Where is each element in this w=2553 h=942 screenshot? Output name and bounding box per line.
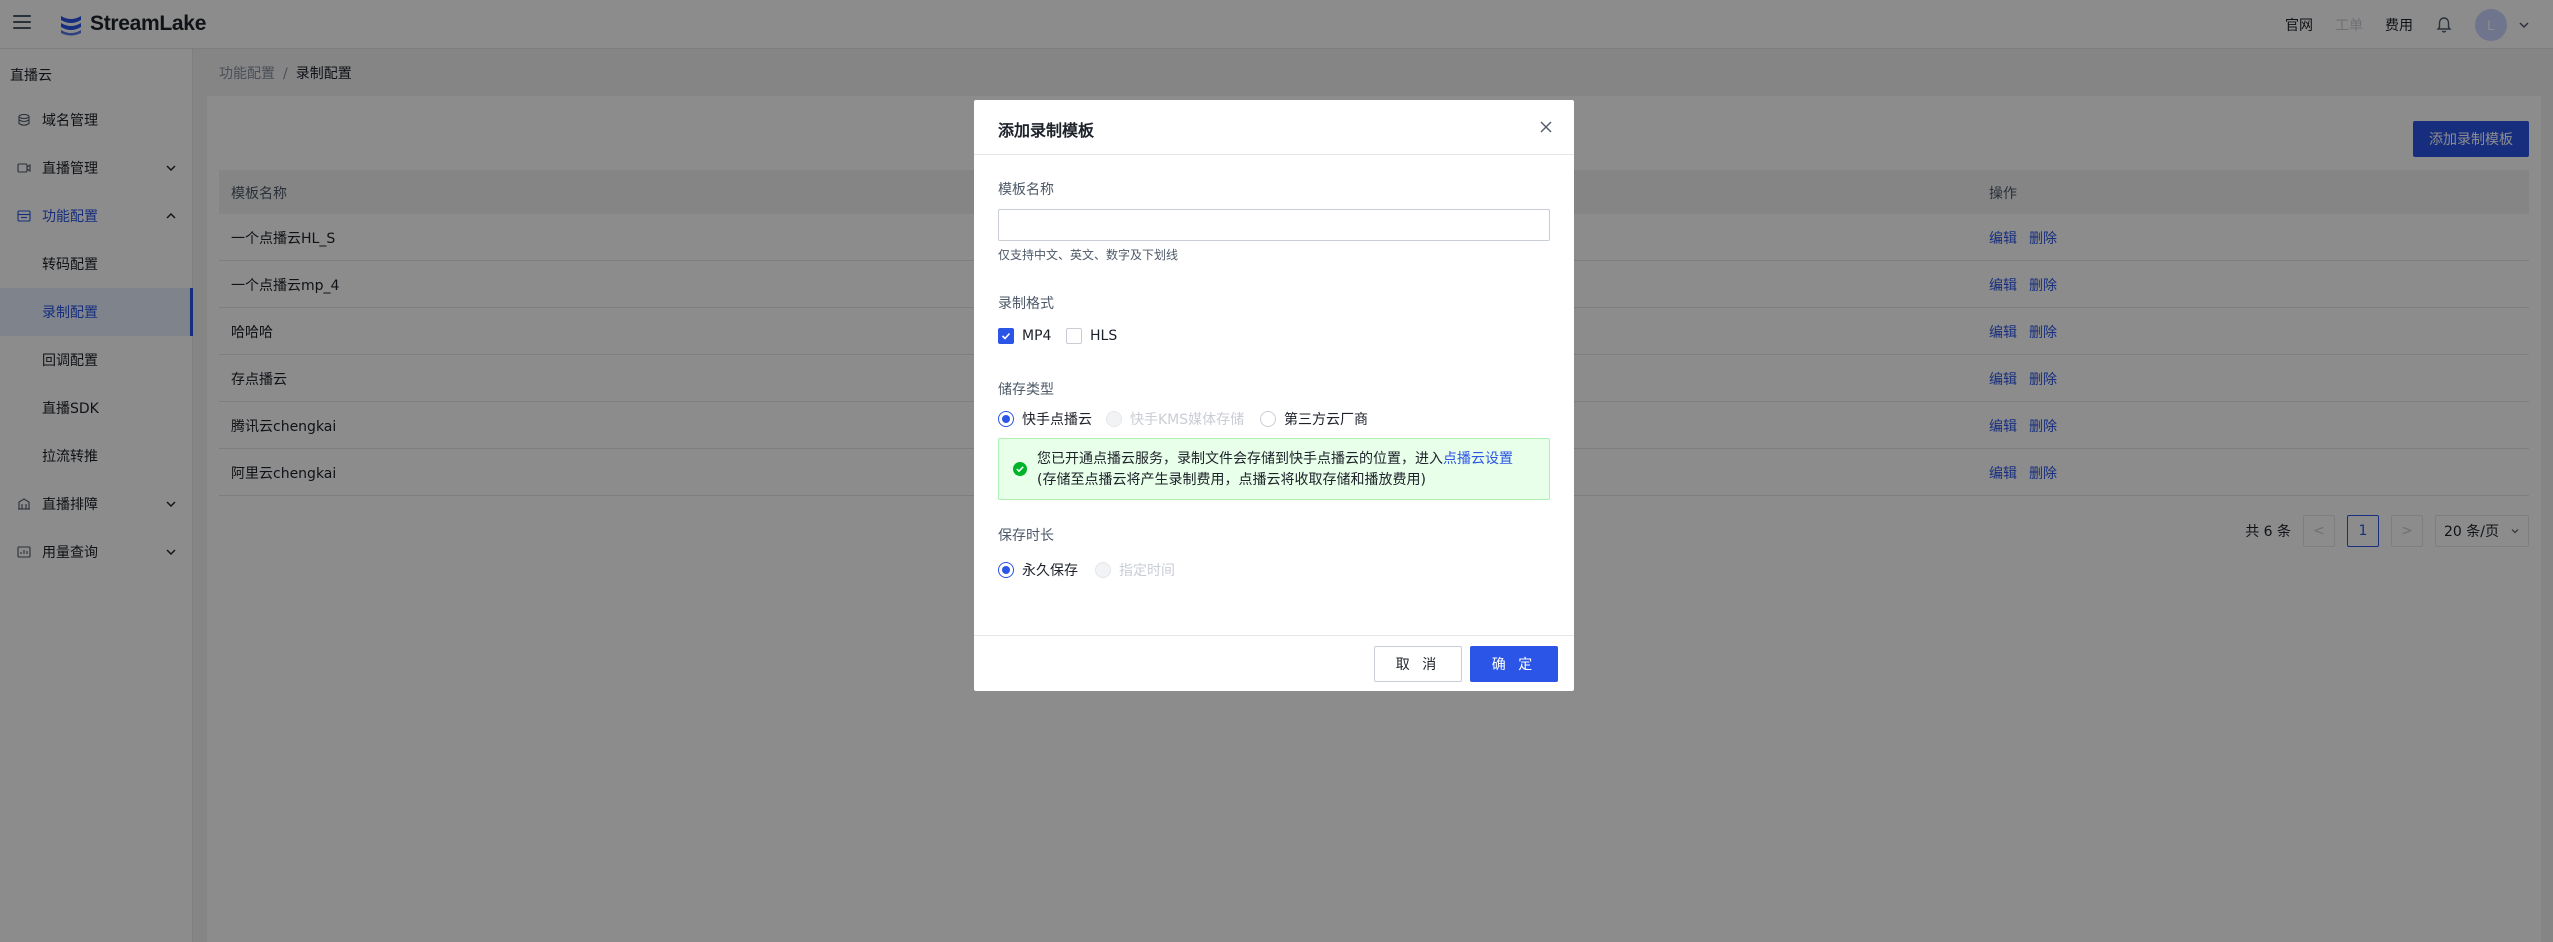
retention-option-label: 指定时间	[1119, 563, 1175, 579]
storage-option-kms[interactable]: 快手KMS媒体存储	[1106, 409, 1244, 429]
retention-option-label: 永久保存	[1022, 563, 1078, 579]
format-option-label: HLS	[1090, 328, 1118, 344]
close-icon[interactable]	[1538, 119, 1554, 135]
radio-selected[interactable]	[998, 562, 1014, 578]
notice-text: 您已开通点播云服务，录制文件会存储到快手点播云的位置，进入	[1037, 451, 1443, 467]
format-option-mp4[interactable]: MP4	[998, 328, 1051, 344]
modal-title: 添加录制模板	[998, 121, 1095, 140]
checkbox-checked[interactable]	[998, 328, 1014, 344]
format-option-label: MP4	[1022, 328, 1052, 344]
radio-selected[interactable]	[998, 411, 1014, 427]
check-icon	[1001, 332, 1011, 340]
modal-header: 添加录制模板	[974, 100, 1574, 155]
vod-notice-alert: 您已开通点播云服务，录制文件会存储到快手点播云的位置，进入点播云设置 (存储至点…	[998, 438, 1550, 500]
storage-option-label: 快手点播云	[1022, 412, 1092, 428]
check-circle-icon	[1013, 462, 1027, 476]
radio-disabled[interactable]	[1095, 562, 1111, 578]
vod-settings-link[interactable]: 点播云设置	[1443, 451, 1513, 467]
storage-option-label: 第三方云厂商	[1284, 412, 1368, 428]
storage-option-third-party[interactable]: 第三方云厂商	[1260, 409, 1368, 429]
cancel-button[interactable]: 取 消	[1374, 646, 1462, 682]
radio[interactable]	[1260, 411, 1276, 427]
format-option-hls[interactable]: HLS	[1066, 328, 1117, 344]
modal-footer: 取 消 确 定	[974, 635, 1574, 691]
storage-option-label: 快手KMS媒体存储	[1130, 412, 1245, 428]
confirm-button[interactable]: 确 定	[1470, 646, 1558, 682]
add-template-modal: 添加录制模板 模板名称 仅支持中文、英文、数字及下划线 录制格式 MP4 HLS…	[974, 100, 1574, 691]
retention-option-permanent[interactable]: 永久保存	[998, 560, 1078, 580]
notice-subtext: (存储至点播云将产生录制费用，点播云将收取存储和播放费用)	[1037, 472, 1426, 488]
template-name-input[interactable]	[998, 209, 1550, 241]
checkbox[interactable]	[1066, 328, 1082, 344]
storage-option-kuaishou-vod[interactable]: 快手点播云	[998, 409, 1092, 429]
radio-disabled[interactable]	[1106, 411, 1122, 427]
retention-label: 保存时长	[998, 528, 1054, 544]
template-name-label: 模板名称	[998, 182, 1054, 198]
retention-option-specified[interactable]: 指定时间	[1095, 560, 1175, 580]
record-format-label: 录制格式	[998, 296, 1054, 312]
storage-type-label: 储存类型	[998, 382, 1054, 398]
template-name-hint: 仅支持中文、英文、数字及下划线	[998, 248, 1179, 262]
